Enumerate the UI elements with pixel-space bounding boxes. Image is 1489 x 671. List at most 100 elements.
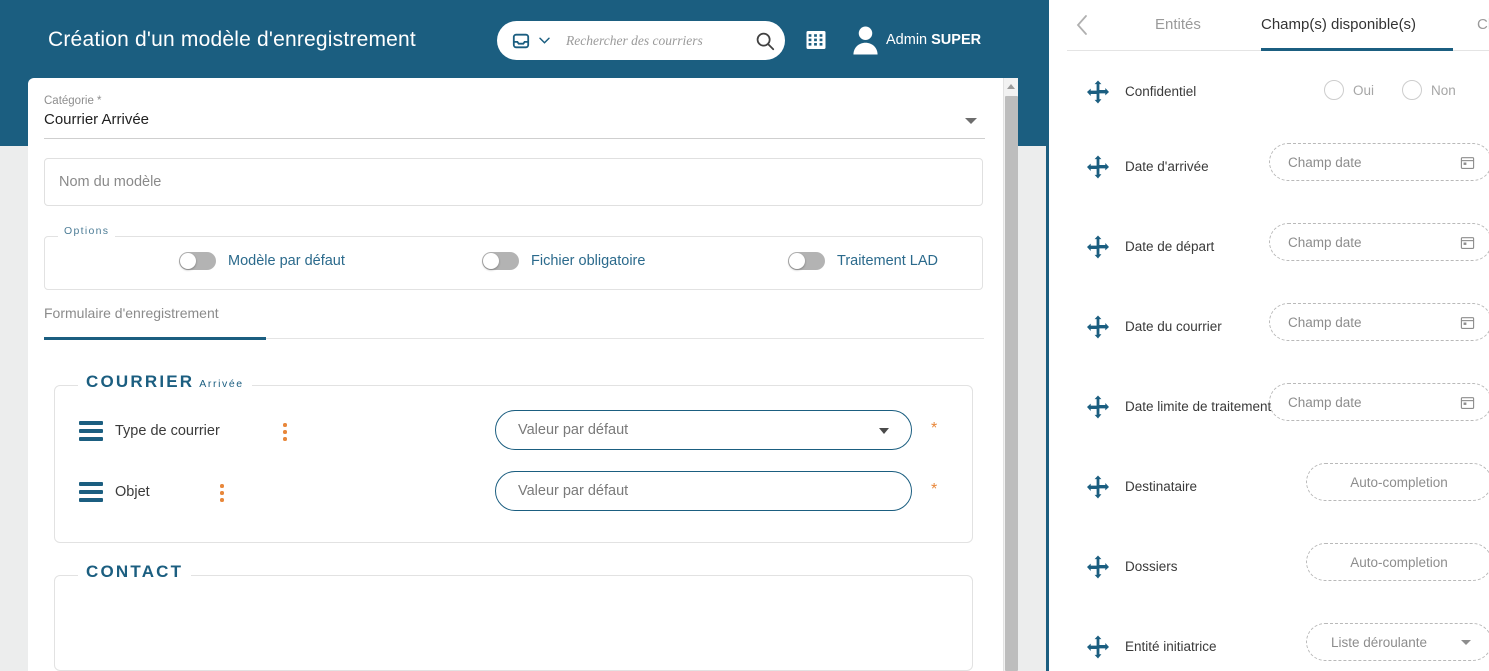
list-item-label: Dossiers — [1125, 559, 1178, 574]
tab-entites[interactable]: Entités — [1155, 16, 1201, 33]
list-item-label: Entité initiatrice — [1125, 639, 1217, 654]
toggle-fichier-obligatoire[interactable]: Fichier obligatoire — [482, 252, 645, 270]
toggle-knob — [483, 253, 499, 269]
toggle-label: Modèle par défaut — [228, 253, 345, 269]
toggle-modele-par-defaut[interactable]: Modèle par défaut — [179, 252, 345, 270]
panel-tab-active-indicator — [1261, 48, 1453, 51]
search-bar[interactable] — [497, 21, 785, 60]
radio-group-confidentiel: Oui Non — [1324, 80, 1456, 100]
date-field-placeholder: Champ date — [1288, 315, 1362, 330]
section-subtitle: Arrivée — [199, 378, 243, 390]
toggle-knob — [180, 253, 196, 269]
list-item-label: Date du courrier — [1125, 319, 1222, 334]
default-value-placeholder: Valeur par défaut — [518, 422, 628, 438]
panel-tabbar: Entités Champ(s) disponible(s) Ch — [1049, 0, 1489, 51]
tab-champs-third[interactable]: Ch — [1477, 16, 1489, 33]
list-item-dossiers: Dossiers Auto-completion — [1049, 543, 1489, 593]
options-toggle-row: Modèle par défaut Fichier obligatoire Tr… — [44, 252, 983, 276]
chevron-down-icon[interactable] — [965, 118, 977, 124]
date-field[interactable]: Champ date — [1269, 383, 1489, 421]
chevron-down-icon[interactable] — [1461, 640, 1471, 645]
calendar-icon[interactable] — [1460, 395, 1475, 410]
radio-oui-label: Oui — [1353, 83, 1374, 98]
section-courrier-legend: COURRIERArrivée — [78, 372, 252, 392]
date-field[interactable]: Champ date — [1269, 303, 1489, 341]
move-arrows-icon[interactable] — [1085, 79, 1111, 105]
scroll-up-icon[interactable] — [1007, 84, 1015, 89]
list-item-date-limite-traitement: Date limite de traitement Champ date — [1049, 383, 1489, 433]
move-arrows-icon[interactable] — [1085, 234, 1111, 260]
move-arrows-icon[interactable] — [1085, 634, 1111, 660]
move-arrows-icon[interactable] — [1085, 154, 1111, 180]
list-item-label: Date de départ — [1125, 239, 1214, 254]
user-name[interactable]: Admin SUPER — [886, 32, 981, 48]
radio-non-label: Non — [1431, 83, 1456, 98]
grid-apps-icon[interactable] — [805, 29, 827, 51]
category-value[interactable]: Courrier Arrivée — [44, 111, 149, 128]
toggle-switch[interactable] — [179, 252, 216, 270]
section-contact — [54, 575, 973, 671]
default-value-input[interactable]: Valeur par défaut — [495, 471, 912, 511]
dropdown-field[interactable]: Liste déroulante — [1306, 623, 1489, 661]
form-scrollbar[interactable] — [1003, 78, 1018, 671]
list-item-confidentiel: Confidentiel Oui Non — [1049, 68, 1489, 118]
move-arrows-icon[interactable] — [1085, 474, 1111, 500]
section-courrier: Type de courrier Valeur par défaut * Obj… — [54, 385, 973, 543]
date-field[interactable]: Champ date — [1269, 223, 1489, 261]
chevron-down-icon[interactable] — [537, 33, 552, 48]
calendar-icon[interactable] — [1460, 235, 1475, 250]
model-name-input[interactable] — [59, 174, 982, 190]
drag-handle-icon[interactable] — [79, 482, 103, 502]
autocomplete-field[interactable]: Auto-completion — [1306, 463, 1489, 501]
toggle-label: Traitement LAD — [837, 253, 938, 269]
kebab-menu-icon[interactable] — [220, 484, 224, 502]
list-item-label: Destinataire — [1125, 479, 1197, 494]
tab-divider — [266, 338, 984, 339]
move-arrows-icon[interactable] — [1085, 554, 1111, 580]
radio-non[interactable] — [1402, 80, 1422, 100]
available-fields-panel: Entités Champ(s) disponible(s) Ch Confid… — [1046, 0, 1489, 671]
calendar-icon[interactable] — [1460, 155, 1475, 170]
move-arrows-icon[interactable] — [1085, 394, 1111, 420]
tab-formulaire-enregistrement[interactable]: Formulaire d'enregistrement — [44, 305, 219, 321]
main-region: Création d'un modèle d'enregistrement — [0, 0, 1046, 671]
search-input[interactable] — [566, 33, 745, 49]
list-item-destinataire: Destinataire Auto-completion — [1049, 463, 1489, 513]
chevron-left-icon[interactable] — [1075, 14, 1089, 36]
required-asterisk: * — [931, 485, 937, 495]
field-row-type-de-courrier: Type de courrier Valeur par défaut * — [55, 410, 974, 458]
field-label: Type de courrier — [115, 423, 220, 439]
kebab-menu-icon[interactable] — [283, 423, 287, 441]
scrollbar-thumb[interactable] — [1005, 96, 1018, 671]
model-name-field[interactable] — [44, 158, 983, 206]
field-label: Objet — [115, 484, 150, 500]
inbox-icon[interactable] — [512, 32, 530, 50]
chevron-down-icon[interactable] — [879, 428, 889, 434]
calendar-icon[interactable] — [1460, 315, 1475, 330]
list-item-date-arrivee: Date d'arrivée Champ date — [1049, 143, 1489, 193]
move-arrows-icon[interactable] — [1085, 314, 1111, 340]
category-label: Catégorie * — [44, 95, 102, 107]
toggle-label: Fichier obligatoire — [531, 253, 645, 269]
autocomplete-field[interactable]: Auto-completion — [1306, 543, 1489, 581]
drag-handle-icon[interactable] — [79, 421, 103, 441]
tab-champs-disponibles[interactable]: Champ(s) disponible(s) — [1261, 16, 1416, 33]
search-icon[interactable] — [745, 30, 785, 52]
radio-oui[interactable] — [1324, 80, 1344, 100]
default-value-select[interactable]: Valeur par défaut — [495, 410, 912, 450]
section-contact-legend: CONTACT — [78, 562, 191, 582]
field-row-objet: Objet Valeur par défaut * — [55, 471, 974, 519]
autocomplete-placeholder: Auto-completion — [1350, 475, 1448, 490]
date-field[interactable]: Champ date — [1269, 143, 1489, 181]
list-item-label: Date d'arrivée — [1125, 159, 1209, 174]
required-asterisk: * — [931, 424, 937, 434]
autocomplete-placeholder: Auto-completion — [1350, 555, 1448, 570]
category-underline — [44, 138, 985, 139]
toggle-traitement-lad[interactable]: Traitement LAD — [788, 252, 938, 270]
user-avatar-icon[interactable] — [852, 24, 879, 56]
toggle-switch[interactable] — [482, 252, 519, 270]
toggle-knob — [789, 253, 805, 269]
toggle-switch[interactable] — [788, 252, 825, 270]
list-item-label: Date limite de traitement — [1125, 399, 1271, 414]
default-value-placeholder: Valeur par défaut — [518, 483, 628, 499]
